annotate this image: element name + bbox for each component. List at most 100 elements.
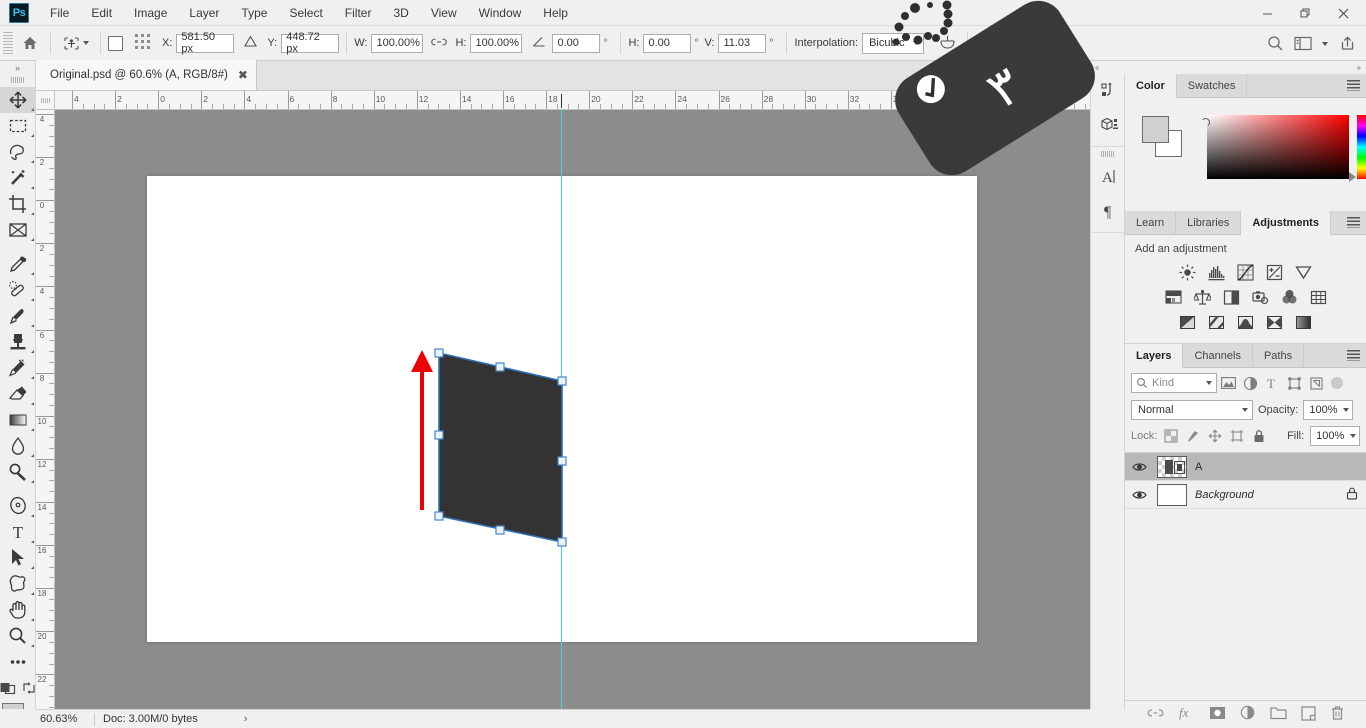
toolbar-grip[interactable]	[10, 77, 25, 83]
adjustment-layer-icon[interactable]	[1240, 705, 1256, 724]
channel-mixer-icon[interactable]	[1280, 288, 1298, 306]
tool-hand-tool[interactable]	[0, 597, 36, 623]
workspace-icon[interactable]	[1290, 31, 1316, 57]
tool-rectangular-marquee-tool[interactable]	[0, 113, 36, 139]
photo-filter-icon[interactable]	[1251, 288, 1269, 306]
options-bar-grip[interactable]	[3, 32, 13, 54]
auto-select-checkbox[interactable]	[108, 35, 123, 51]
layer-visibility-icon[interactable]	[1129, 461, 1149, 473]
menu-edit[interactable]: Edit	[80, 1, 123, 25]
smart-object-filter-icon[interactable]	[1305, 373, 1327, 393]
tool-frame-tool[interactable]	[0, 217, 36, 243]
tab-libraries[interactable]: Libraries	[1176, 211, 1242, 234]
tool-lasso-tool[interactable]	[0, 139, 36, 165]
lock-transparency-icon[interactable]	[1163, 428, 1179, 444]
tool-eraser-tool[interactable]	[0, 381, 36, 407]
hue-strip[interactable]	[1357, 115, 1366, 179]
tool-path-selection-tool[interactable]	[0, 545, 36, 571]
menu-select[interactable]: Select	[278, 1, 333, 25]
tool-quick-selection-tool[interactable]	[0, 165, 36, 191]
history-icon[interactable]	[1091, 74, 1126, 108]
tool-crop-tool[interactable]	[0, 191, 36, 217]
blend-mode-select[interactable]: Normal	[1131, 400, 1253, 420]
color-panel-swatches[interactable]	[1142, 116, 1182, 157]
levels-icon[interactable]	[1208, 263, 1226, 281]
tool-clone-stamp-tool[interactable]	[0, 329, 36, 355]
curves-icon[interactable]	[1237, 263, 1255, 281]
tool-custom-shape-tool[interactable]	[0, 571, 36, 597]
layer-row[interactable]: Background	[1125, 481, 1366, 509]
menu-filter[interactable]: Filter	[334, 1, 383, 25]
brightness-contrast-icon[interactable]	[1179, 263, 1197, 281]
lock-image-icon[interactable]	[1185, 428, 1201, 444]
fill-field[interactable]: 100%	[1310, 426, 1361, 446]
posterize-icon[interactable]	[1208, 313, 1226, 331]
search-icon[interactable]	[1262, 31, 1288, 57]
add-mask-icon[interactable]	[1209, 706, 1226, 723]
lock-all-icon[interactable]	[1251, 428, 1267, 444]
fx-icon[interactable]: fx	[1178, 705, 1195, 724]
menu-view[interactable]: View	[420, 1, 468, 25]
tool-spot-healing-brush-tool[interactable]	[0, 277, 36, 303]
close-button[interactable]	[1324, 1, 1362, 25]
tool-edit-toolbar[interactable]	[0, 649, 36, 675]
filter-toggle-switch[interactable]	[1331, 377, 1343, 389]
new-layer-icon[interactable]	[1300, 705, 1316, 724]
menu-type[interactable]: Type	[230, 1, 278, 25]
warp-mode-icon[interactable]	[934, 30, 960, 56]
vertical-guide[interactable]	[561, 110, 562, 709]
interpolation-select[interactable]: Bicubic	[862, 32, 925, 54]
skew-horizontal-field[interactable]: 0.00	[643, 33, 692, 53]
foreground-color-swatch[interactable]	[1142, 116, 1169, 143]
ruler-corner[interactable]	[36, 91, 55, 110]
expand-toolbar-icon[interactable]: »	[0, 61, 35, 75]
layer-thumbnail[interactable]	[1157, 455, 1187, 478]
black-white-icon[interactable]	[1222, 288, 1240, 306]
y-position-field[interactable]: 448.72 px	[281, 31, 340, 55]
tab-swatches[interactable]: Swatches	[1176, 74, 1248, 97]
layer-row[interactable]: A	[1125, 453, 1366, 481]
tool-pen-tool[interactable]	[0, 493, 36, 519]
tool-gradient-tool[interactable]	[0, 407, 36, 433]
commit-transform-icon[interactable]	[1001, 30, 1027, 56]
menu-file[interactable]: File	[39, 1, 80, 25]
exposure-icon[interactable]	[1266, 263, 1284, 281]
chevron-down-icon[interactable]	[83, 41, 89, 45]
tool-brush-tool[interactable]	[0, 303, 36, 329]
chevron-down-icon[interactable]	[1318, 31, 1332, 57]
lock-artboard-icon[interactable]	[1229, 428, 1245, 444]
layer-lock-icon[interactable]	[1346, 487, 1358, 503]
document-tab[interactable]: Original.psd @ 60.6% (A, RGB/8#) ✖	[36, 60, 257, 90]
height-field[interactable]: 100.00%	[470, 33, 523, 53]
link-layers-icon[interactable]	[1147, 706, 1164, 723]
color-balance-icon[interactable]	[1193, 288, 1211, 306]
tool-preset-picker[interactable]	[58, 34, 93, 53]
tool-history-brush-tool[interactable]	[0, 355, 36, 381]
threshold-icon[interactable]	[1237, 313, 1255, 331]
horizontal-ruler[interactable]: 4 2 0 2 4 6 8 10 12 14 16 18 20 22 24 26 28 30 32 34 36 38 40 4…	[55, 91, 1102, 110]
cancel-transform-icon[interactable]	[975, 30, 1001, 56]
tool-blur-tool[interactable]	[0, 433, 36, 459]
document-canvas[interactable]	[147, 176, 977, 642]
reference-point-icon[interactable]	[243, 34, 258, 52]
hue-saturation-icon[interactable]	[1164, 288, 1182, 306]
gradient-map-icon[interactable]	[1295, 313, 1313, 331]
character-icon[interactable]: A	[1091, 160, 1126, 194]
delete-layer-icon[interactable]	[1330, 705, 1345, 724]
tool-zoom-tool[interactable]	[0, 623, 36, 649]
lock-position-icon[interactable]	[1207, 428, 1223, 444]
layer-thumbnail[interactable]	[1157, 483, 1187, 506]
zoom-level[interactable]: 60.63%	[36, 713, 90, 725]
layer-visibility-icon[interactable]	[1129, 489, 1149, 501]
minimize-button[interactable]	[1248, 1, 1286, 25]
invert-icon[interactable]	[1179, 313, 1197, 331]
menu-window[interactable]: Window	[468, 1, 533, 25]
home-icon[interactable]	[17, 30, 43, 56]
menu-image[interactable]: Image	[123, 1, 178, 25]
transform-grid-icon[interactable]	[133, 32, 152, 54]
menu-3d[interactable]: 3D	[382, 1, 419, 25]
x-position-field[interactable]: 581.50 px	[176, 31, 235, 55]
type-filter-icon[interactable]: T	[1261, 373, 1283, 393]
tool-type-tool[interactable]: T	[0, 519, 36, 545]
screen-mode-icon[interactable]	[22, 681, 36, 698]
